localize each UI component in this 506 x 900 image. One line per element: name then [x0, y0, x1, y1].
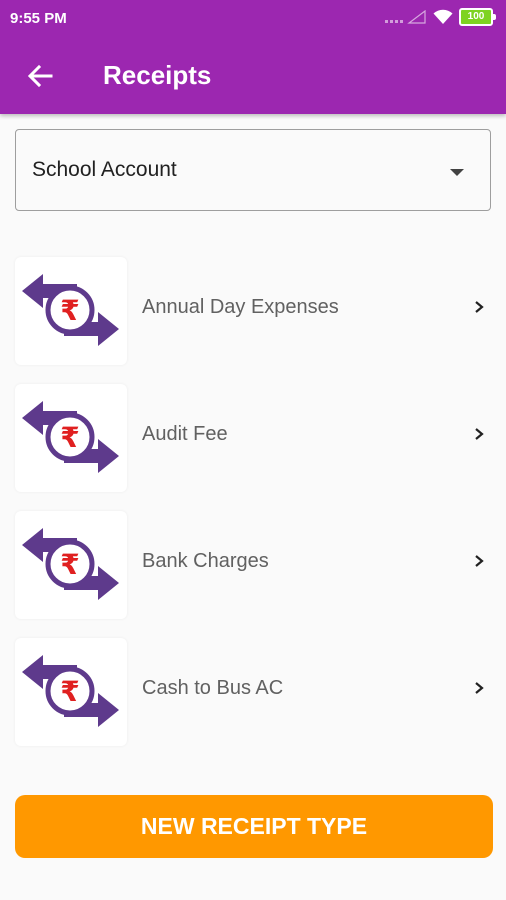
chevron-right-icon — [475, 682, 484, 694]
account-dropdown[interactable]: School Account — [15, 129, 491, 211]
new-receipt-type-button[interactable]: NEW RECEIPT TYPE — [15, 795, 493, 858]
receipt-type-list: ₹ Annual Day Expenses ₹ Audit Fee ₹ Bank… — [0, 253, 506, 761]
svg-text:₹: ₹ — [60, 675, 79, 708]
list-item[interactable]: ₹ Audit Fee — [0, 380, 506, 507]
rupee-transfer-icon: ₹ — [22, 274, 119, 346]
page-title: Receipts — [103, 60, 212, 90]
item-icon-container: ₹ — [15, 638, 127, 746]
status-icons: 100 — [385, 8, 496, 26]
chevron-right-icon — [475, 555, 484, 567]
item-icon-container: ₹ — [15, 384, 127, 492]
account-dropdown-value: School Account — [32, 158, 177, 181]
svg-text:₹: ₹ — [60, 421, 79, 454]
battery-icon: 100 — [459, 8, 496, 26]
rupee-transfer-icon: ₹ — [22, 528, 119, 600]
signal-icon — [385, 10, 426, 24]
item-icon-container: ₹ — [15, 257, 127, 365]
app-bar: 9:55 PM 100 Receipts — [0, 0, 506, 114]
dropdown-arrow-icon — [450, 169, 464, 176]
chevron-right-icon — [475, 301, 484, 313]
rupee-transfer-icon: ₹ — [22, 401, 119, 473]
svg-text:₹: ₹ — [60, 548, 79, 581]
item-icon-container: ₹ — [15, 511, 127, 619]
battery-level: 100 — [459, 8, 493, 26]
chevron-right-icon — [475, 428, 484, 440]
svg-text:₹: ₹ — [60, 294, 79, 327]
list-item[interactable]: ₹ Bank Charges — [0, 507, 506, 634]
item-label: Cash to Bus AC — [142, 677, 284, 699]
arrow-back-icon — [27, 64, 53, 88]
item-label: Audit Fee — [142, 423, 228, 445]
status-bar: 9:55 PM 100 — [0, 0, 506, 36]
list-item[interactable]: ₹ Cash to Bus AC — [0, 634, 506, 761]
wifi-icon — [433, 9, 453, 24]
back-button[interactable] — [20, 56, 60, 96]
item-label: Bank Charges — [142, 550, 269, 572]
list-item[interactable]: ₹ Annual Day Expenses — [0, 253, 506, 380]
status-time: 9:55 PM — [10, 10, 67, 27]
rupee-transfer-icon: ₹ — [22, 655, 119, 727]
item-label: Annual Day Expenses — [142, 296, 339, 318]
